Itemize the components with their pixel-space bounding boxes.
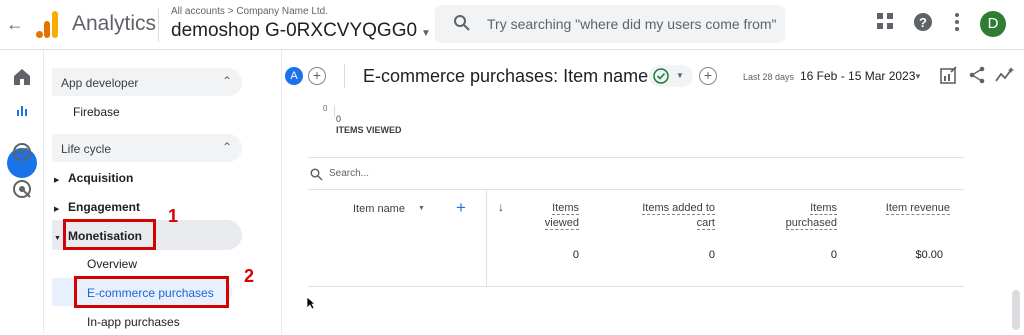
breadcrumb[interactable]: All accounts > Company Name Ltd. xyxy=(171,6,328,17)
search-bar[interactable]: Try searching "where did my users come f… xyxy=(435,5,785,43)
divider xyxy=(308,157,964,158)
report-title: E-commerce purchases: Item name xyxy=(363,66,649,86)
section-label: Life cycle xyxy=(61,142,112,156)
divider xyxy=(308,189,964,190)
total-items-added-to-cart: 0 xyxy=(708,249,715,261)
column-header-line2: viewed xyxy=(544,217,579,230)
annotation-number-2: 2 xyxy=(244,266,255,286)
column-header-line1: Item revenue xyxy=(885,202,950,215)
apps-grid-icon[interactable] xyxy=(876,12,894,30)
add-dimension-button[interactable]: + xyxy=(456,198,466,218)
insights-icon[interactable] xyxy=(995,67,1015,83)
dimension-header[interactable]: Item name xyxy=(353,203,405,215)
add-card-button[interactable]: + xyxy=(699,67,717,85)
report-header: A + E-commerce purchases: Item name ▼ + … xyxy=(283,50,1024,105)
explore-icon[interactable] xyxy=(10,140,34,164)
reports-icon xyxy=(14,102,30,118)
report-status-chip[interactable]: ▼ xyxy=(649,65,693,87)
divider xyxy=(158,8,159,42)
table-search-input[interactable]: Search... xyxy=(329,168,369,179)
check-circle-icon xyxy=(653,68,669,84)
add-comparison-button[interactable]: + xyxy=(308,67,326,85)
advertising-icon[interactable] xyxy=(10,177,34,201)
sidebar-item-overview[interactable]: Overview xyxy=(87,257,137,271)
divider xyxy=(308,286,964,287)
help-icon[interactable]: ? xyxy=(913,12,933,32)
scrollbar-thumb[interactable] xyxy=(1012,290,1020,330)
search-icon xyxy=(454,15,470,31)
column-header-line2: cart xyxy=(696,217,715,230)
annotation-box-ecommerce xyxy=(74,276,229,308)
comparison-chip-a[interactable]: A xyxy=(285,67,303,85)
home-icon[interactable] xyxy=(10,65,34,89)
more-vert-icon[interactable] xyxy=(954,12,960,32)
customize-report-icon[interactable] xyxy=(940,66,958,84)
account-avatar[interactable]: D xyxy=(980,11,1006,37)
section-label: App developer xyxy=(61,76,139,90)
caret-right-icon: ▶ xyxy=(54,177,60,184)
chart-axis-tick: 0 xyxy=(323,104,328,113)
date-range-picker[interactable]: 16 Feb - 15 Mar 2023 xyxy=(800,69,915,83)
section-app-developer[interactable]: App developer ⌃ xyxy=(52,68,242,96)
divider xyxy=(486,190,487,286)
annotation-box-monetisation xyxy=(63,219,156,250)
chevron-down-icon[interactable]: ▼ xyxy=(418,205,425,212)
top-app-bar: ← Analytics All accounts > Company Name … xyxy=(0,0,1024,50)
caret-right-icon: ▶ xyxy=(54,206,60,213)
divider xyxy=(344,64,345,88)
sidebar-item-firebase[interactable]: Firebase xyxy=(73,105,120,119)
column-header-line1: Items xyxy=(552,202,579,215)
annotation-number-1: 1 xyxy=(168,206,179,226)
back-arrow-icon[interactable]: ← xyxy=(6,14,24,35)
svg-text:?: ? xyxy=(919,15,927,30)
sidebar-item-engagement[interactable]: ▶ Engagement xyxy=(54,200,140,214)
items-viewed-value: 0 xyxy=(336,114,342,124)
search-placeholder: Try searching "where did my users come f… xyxy=(487,16,777,32)
column-header-item-revenue[interactable]: Item revenue xyxy=(860,201,950,216)
property-name: demoshop G-0RXCVYQGG0 xyxy=(171,20,418,41)
share-icon[interactable] xyxy=(968,66,986,84)
column-header-items-purchased[interactable]: Items purchased xyxy=(760,201,837,231)
chevron-up-icon: ⌃ xyxy=(221,140,232,154)
item-label: Acquisition xyxy=(68,171,134,185)
column-header-line1: Items xyxy=(810,202,837,215)
app-title: Analytics xyxy=(72,12,157,35)
nav-rail xyxy=(0,50,44,333)
column-header-items-viewed[interactable]: Items viewed xyxy=(520,201,579,231)
column-header-line1: Items added to xyxy=(642,202,715,215)
total-items-viewed: 0 xyxy=(572,249,579,261)
column-header-items-added-to-cart[interactable]: Items added to cart xyxy=(610,201,715,231)
sidebar-item-acquisition[interactable]: ▶ Acquisition xyxy=(54,171,133,185)
chevron-down-icon: ▼ xyxy=(676,71,684,80)
column-header-line2: purchased xyxy=(785,217,837,230)
sort-arrow-down-icon[interactable]: ↓ xyxy=(498,200,504,214)
chevron-up-icon: ⌃ xyxy=(221,74,232,88)
total-items-purchased: 0 xyxy=(830,249,837,261)
mouse-cursor-icon xyxy=(306,296,316,310)
chevron-down-icon[interactable]: ▼ xyxy=(914,72,922,81)
search-icon xyxy=(310,168,323,181)
total-item-revenue: $0.00 xyxy=(915,249,943,261)
analytics-logo-icon xyxy=(36,10,60,38)
chevron-down-icon: ▼ xyxy=(421,28,431,39)
items-viewed-label: ITEMS VIEWED xyxy=(336,125,402,135)
section-life-cycle[interactable]: Life cycle ⌃ xyxy=(52,134,242,162)
sidebar-item-in-app-purchases[interactable]: In-app purchases xyxy=(87,315,180,329)
date-range-label: Last 28 days xyxy=(743,72,795,82)
item-label: Engagement xyxy=(68,200,141,214)
chart-axis-line xyxy=(334,105,335,117)
property-selector[interactable]: demoshop G-0RXCVYQGG0 ▼ xyxy=(171,20,431,42)
